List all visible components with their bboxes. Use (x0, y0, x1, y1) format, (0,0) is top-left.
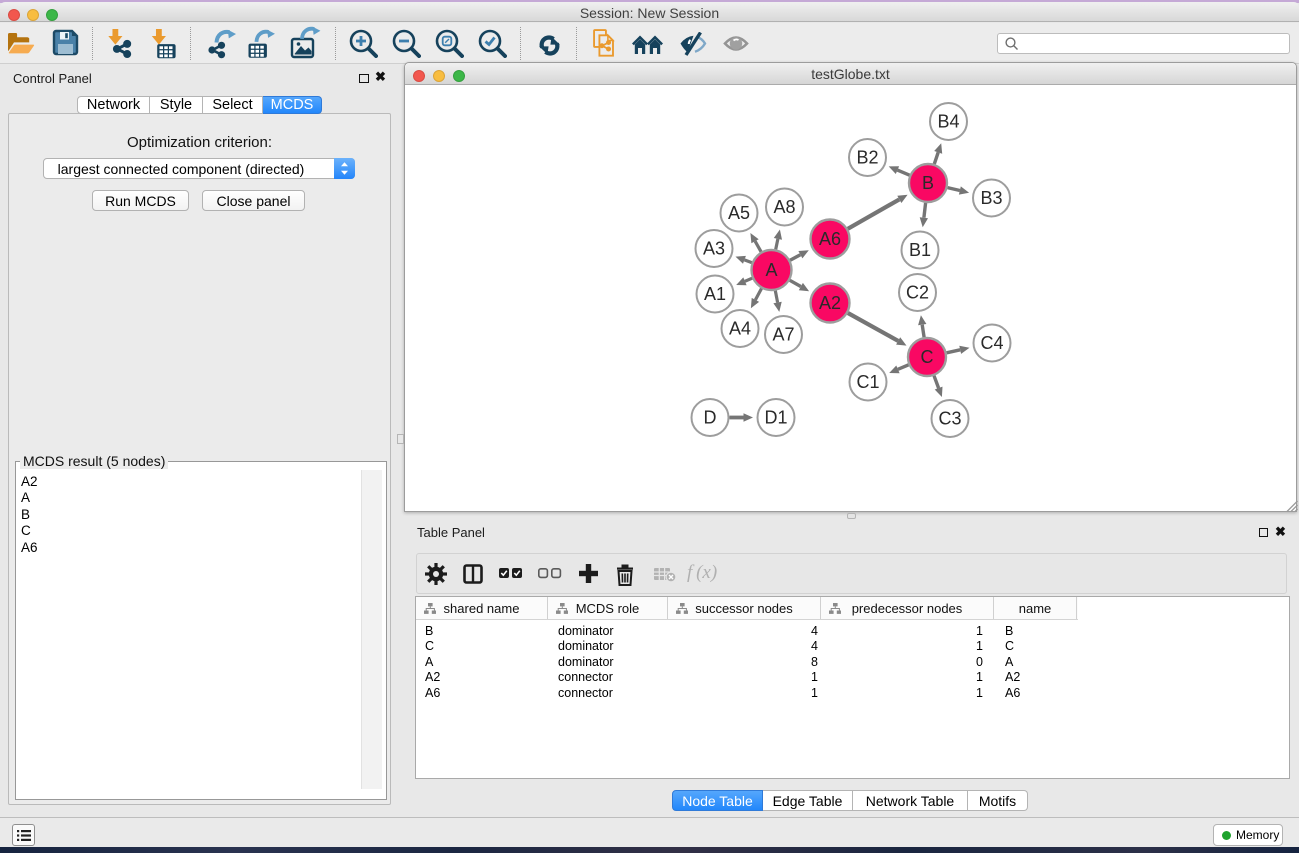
svg-text:B3: B3 (980, 188, 1002, 208)
svg-text:A1: A1 (704, 284, 726, 304)
svg-text:A8: A8 (773, 197, 795, 217)
svg-text:D1: D1 (764, 408, 787, 428)
svg-text:B: B (922, 173, 934, 193)
svg-text:B1: B1 (909, 240, 931, 260)
svg-text:A6: A6 (819, 229, 841, 249)
svg-text:A4: A4 (729, 319, 751, 339)
svg-text:C2: C2 (906, 283, 929, 303)
svg-text:A: A (765, 260, 777, 280)
svg-text:C4: C4 (980, 333, 1003, 353)
svg-text:B2: B2 (856, 148, 878, 168)
svg-text:C: C (921, 347, 934, 367)
svg-text:A2: A2 (819, 293, 841, 313)
svg-text:A5: A5 (728, 203, 750, 223)
svg-text:C1: C1 (856, 372, 879, 392)
svg-text:B4: B4 (937, 112, 959, 132)
svg-text:D: D (704, 408, 717, 428)
svg-text:A7: A7 (772, 325, 794, 345)
svg-text:C3: C3 (938, 409, 961, 429)
svg-text:A3: A3 (703, 239, 725, 259)
